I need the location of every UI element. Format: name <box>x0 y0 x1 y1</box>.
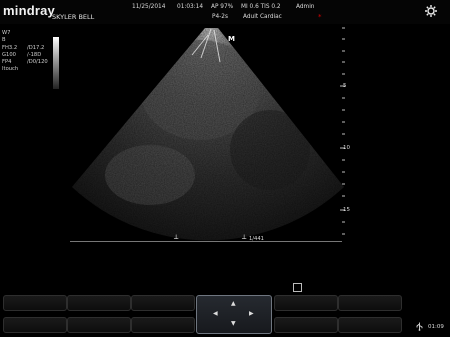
arrow-left-icon[interactable]: ◀ <box>213 311 218 317</box>
gear-icon[interactable] <box>424 4 438 18</box>
tissue-texture <box>72 28 344 241</box>
operator-name: Admin <box>296 4 315 10</box>
depth-label-15: 15 <box>343 207 350 213</box>
softkey-6[interactable] <box>131 317 195 333</box>
exam-time: 01:03:14 <box>177 4 204 10</box>
depth-label-5: 5 <box>343 83 347 89</box>
probe-name: P4-2s <box>212 14 228 20</box>
orientation-marker: M <box>228 35 235 43</box>
softkey-1[interactable] <box>3 295 67 311</box>
arrow-down-icon[interactable]: ▼ <box>231 321 236 327</box>
softkey-10[interactable] <box>338 317 402 333</box>
usb-icon <box>416 322 423 331</box>
softkey-9[interactable] <box>338 295 402 311</box>
cine-review-icon[interactable] <box>293 283 302 292</box>
acoustic-power: AP 97% <box>211 4 234 10</box>
system-clock: 01:09 <box>428 324 444 330</box>
exam-date: 11/25/2014 <box>132 4 166 10</box>
exam-preset: Adult Cardiac <box>243 14 282 20</box>
navigation-pad[interactable]: ▲ ▼ ◀ ▶ <box>196 295 272 334</box>
depth-label-10: 10 <box>343 145 350 151</box>
frame-counter: 1/441 <box>249 236 264 242</box>
brand-logo: mindray <box>3 3 55 18</box>
softkey-8[interactable] <box>274 317 338 333</box>
softkey-5[interactable] <box>131 295 195 311</box>
patient-name: SKYLER BELL <box>52 13 95 21</box>
arrow-up-icon[interactable]: ▲ <box>231 301 236 307</box>
depth-scale: 5 10 15 <box>336 26 356 240</box>
mi-tis-readout: MI 0.6 TIS 0.2 <box>241 4 281 10</box>
softkey-2[interactable] <box>3 317 67 333</box>
softkey-4[interactable] <box>67 317 131 333</box>
ultrasound-image[interactable] <box>0 24 450 246</box>
cine-start-marker[interactable]: ┴ <box>174 235 178 243</box>
record-indicator: * <box>318 13 322 21</box>
softkey-3[interactable] <box>67 295 131 311</box>
softkey-7[interactable] <box>274 295 338 311</box>
cine-end-marker[interactable]: ┴ <box>242 235 246 243</box>
cine-timeline[interactable] <box>70 241 342 242</box>
arrow-right-icon[interactable]: ▶ <box>249 311 254 317</box>
